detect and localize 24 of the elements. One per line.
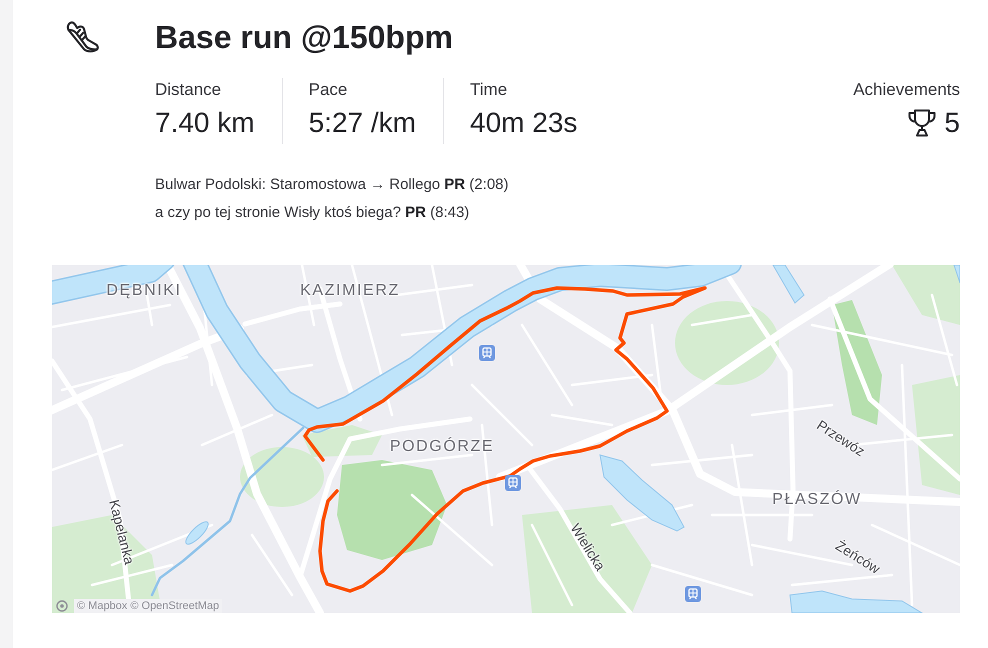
segment-effort-text: a czy po tej stronie Wisły ktoś biega? PR (8:43) [155,203,470,223]
stat-label: Time [470,79,508,101]
stat-label: Pace [308,79,348,101]
stat-value: 7.40 km [155,106,255,140]
shoe-icon [65,20,100,53]
map-attribution: © Mapbox © OpenStreetMap [74,599,222,613]
district-label: PODGÓRZE [390,438,494,456]
tram-stop-icon [505,475,521,491]
activity-title: Base run @150bpm [155,18,454,57]
achievements-count: 5 [944,106,960,140]
street-label: Kapelanka [105,498,139,566]
stat-label: Distance [155,79,222,101]
achievements-label: Achievements [853,79,960,101]
trophy-icon [907,109,938,137]
segment-effort-text: Bulwar Podolski: Staromostowa → Rollego PR (2:08) [155,175,510,195]
logo-icon [56,600,68,612]
district-label: DĘBNIKI [106,282,182,300]
stat-value: 5:27 /km [308,106,416,140]
stat-value: 40m 23s [470,106,578,140]
district-label: PŁASZÓW [772,491,862,509]
district-label: KAZIMIERZ [300,282,400,300]
pond [185,521,209,545]
tram-stop-icon [479,345,495,361]
tram-stop-icon [685,586,701,602]
